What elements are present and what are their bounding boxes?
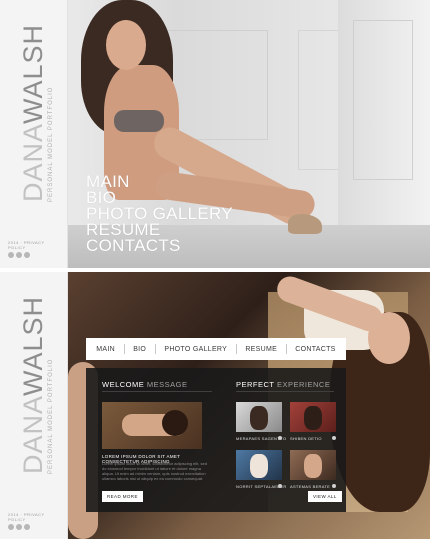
- google-plus-icon[interactable]: [24, 524, 30, 530]
- content-panel: WELCOME MESSAGE LOREM IPSUM DOLOR SIT AM…: [86, 368, 346, 512]
- gallery-thumbnail[interactable]: [290, 402, 336, 432]
- menu-item-contacts[interactable]: CONTACTS: [86, 237, 286, 254]
- twitter-icon[interactable]: [16, 252, 22, 258]
- nav-divider: [154, 344, 156, 354]
- brand-logo[interactable]: DANAWALSH PERSONAL MODEL PORTFOLIO: [0, 0, 68, 210]
- nav-bio[interactable]: BIO: [133, 346, 146, 353]
- brand-logo[interactable]: DANAWALSH PERSONAL MODEL PORTFOLIO: [0, 272, 68, 482]
- facebook-icon[interactable]: [8, 524, 14, 530]
- footer-text: 2014 · PRIVACY POLICY: [8, 512, 45, 522]
- google-plus-icon[interactable]: [24, 252, 30, 258]
- nav-photo-gallery[interactable]: PHOTO GALLERY: [164, 346, 227, 353]
- gallery-thumbnail[interactable]: [236, 450, 282, 480]
- main-menu: MAIN BIO PHOTO GALLERY RESUME CONTACTS: [86, 173, 286, 254]
- brand-tagline: PERSONAL MODEL PORTFOLIO: [48, 86, 54, 202]
- arrow-icon[interactable]: [332, 436, 336, 440]
- social-icons: [8, 524, 30, 530]
- view-all-button[interactable]: VIEW ALL: [308, 491, 342, 502]
- footer-text: 2014 · PRIVACY POLICY: [8, 240, 45, 250]
- top-navigation: MAIN BIO PHOTO GALLERY RESUME CONTACTS: [86, 338, 346, 360]
- preview-section-dark: DANAWALSH PERSONAL MODEL PORTFOLIO 2014 …: [0, 272, 430, 539]
- experience-heading: PERFECT EXPERIENCE: [236, 380, 331, 389]
- gallery-caption: SHIBEN DETIO: [290, 436, 322, 441]
- nav-contacts[interactable]: CONTACTS: [295, 346, 335, 353]
- preview-section-light: DANAWALSH PERSONAL MODEL PORTFOLIO 2014 …: [0, 0, 430, 268]
- gallery-thumbnail[interactable]: [290, 450, 336, 480]
- gallery-thumbnail[interactable]: [236, 402, 282, 432]
- brand-strip: DANAWALSH PERSONAL MODEL PORTFOLIO 2014 …: [0, 0, 68, 268]
- nav-divider: [235, 344, 237, 354]
- divider: [102, 391, 212, 392]
- gallery-caption: ASTEMAS BERATE: [290, 484, 331, 489]
- twitter-icon[interactable]: [16, 524, 22, 530]
- nav-divider: [123, 344, 125, 354]
- arrow-icon[interactable]: [278, 436, 282, 440]
- arrow-icon[interactable]: [332, 484, 336, 488]
- welcome-image: [102, 402, 202, 449]
- menu-item-main[interactable]: MAIN: [86, 173, 286, 190]
- nav-resume[interactable]: RESUME: [245, 346, 277, 353]
- read-more-button[interactable]: READ MORE: [102, 491, 143, 502]
- facebook-icon[interactable]: [8, 252, 14, 258]
- arrow-icon[interactable]: [278, 484, 282, 488]
- divider: [236, 391, 334, 392]
- brand-tagline: PERSONAL MODEL PORTFOLIO: [48, 358, 54, 474]
- brand-name: DANAWALSH: [18, 295, 48, 474]
- brand-strip: DANAWALSH PERSONAL MODEL PORTFOLIO 2014 …: [0, 272, 68, 539]
- brand-name: DANAWALSH: [18, 23, 48, 202]
- social-icons: [8, 252, 30, 258]
- welcome-heading: WELCOME MESSAGE: [102, 380, 188, 389]
- page: DANAWALSH PERSONAL MODEL PORTFOLIO 2014 …: [0, 0, 430, 539]
- nav-main[interactable]: MAIN: [96, 346, 115, 353]
- nav-divider: [285, 344, 287, 354]
- welcome-text: Lorem ipsum dolor sit amet, consectetur …: [102, 461, 207, 481]
